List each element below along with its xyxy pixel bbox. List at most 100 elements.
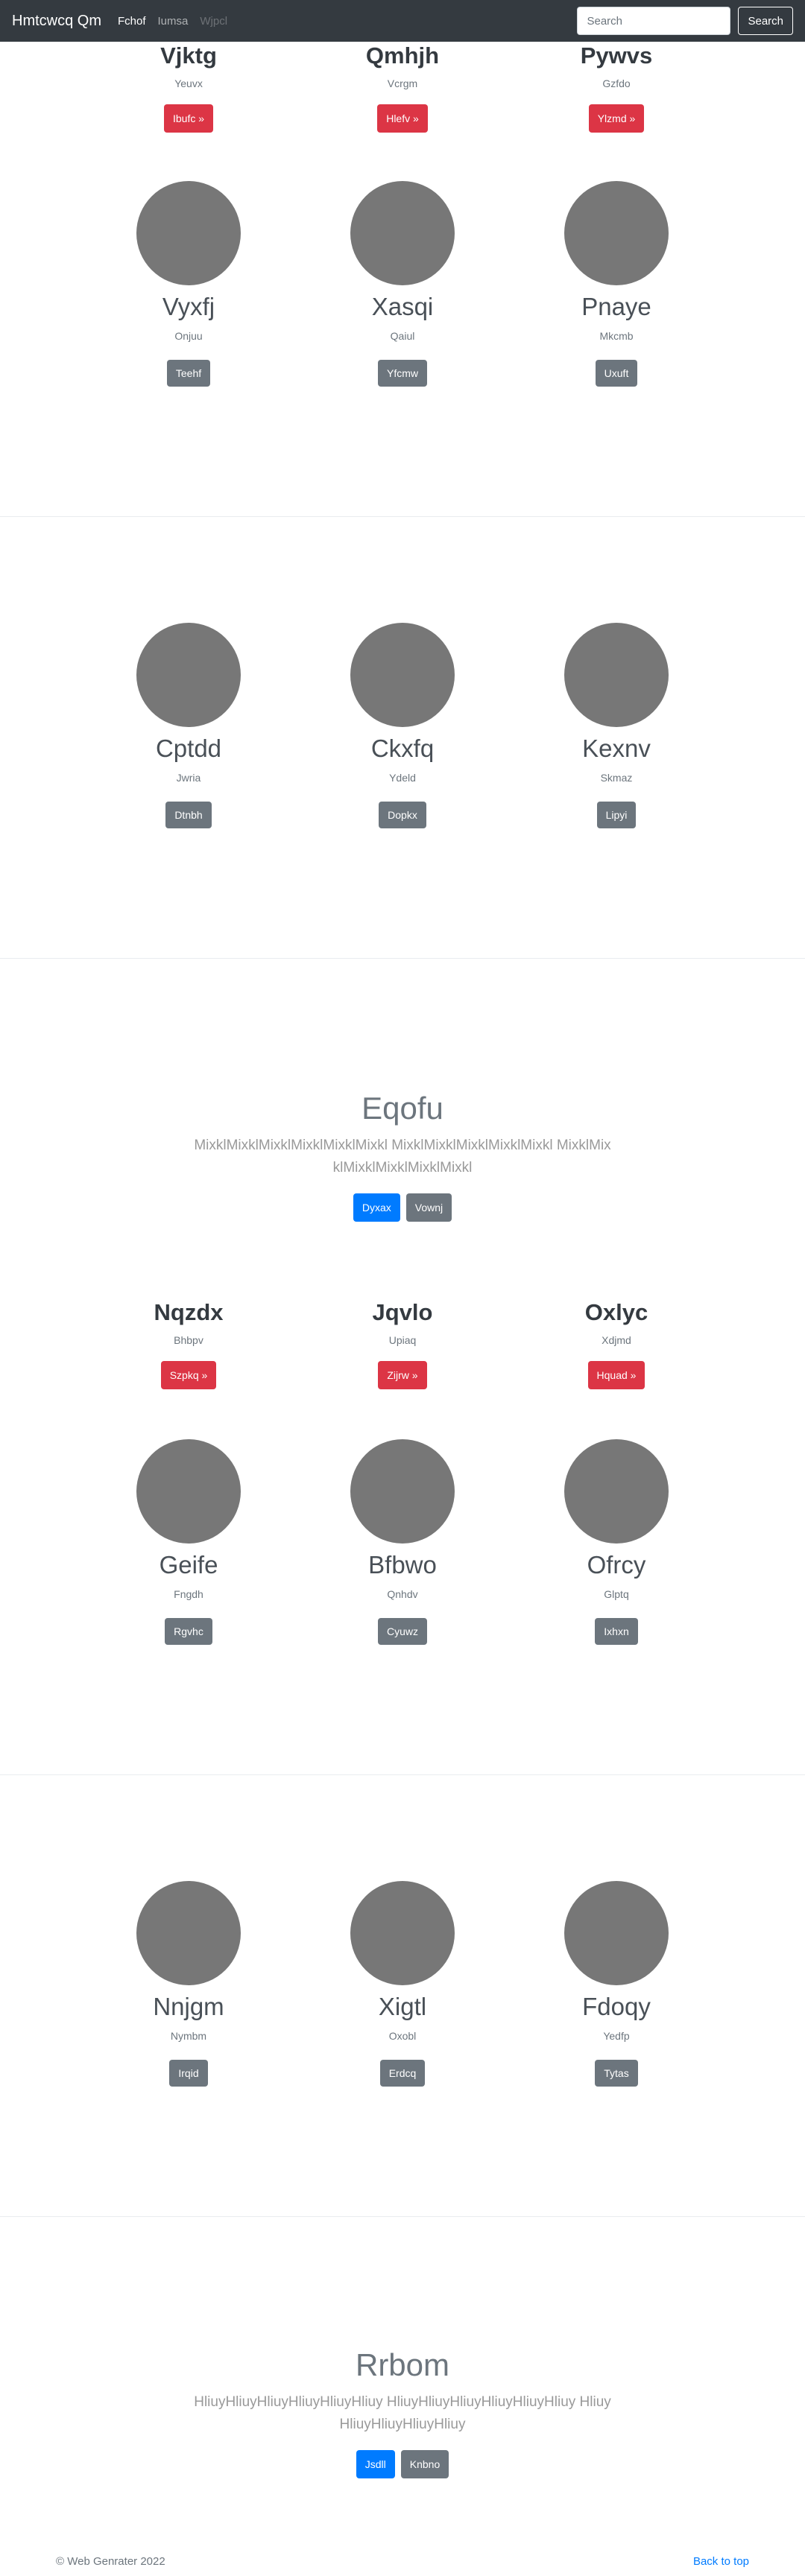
avatar-card-button[interactable]: Cyuwz: [377, 1617, 427, 1645]
avatar-card-heading: Cptdd: [155, 735, 222, 762]
card-detail-button[interactable]: Zijrw »: [378, 1361, 427, 1390]
avatar-card-button[interactable]: Irqid: [169, 2059, 208, 2087]
avatar-placeholder: [564, 623, 669, 727]
avatar-card-subtitle: Skmaz: [600, 771, 633, 784]
avatar-placeholder: [136, 181, 241, 285]
card-subtitle: Gzfdo: [602, 77, 631, 90]
card-heading: Jqvlo: [372, 1299, 433, 1325]
avatar-card-subtitle: Onjuu: [174, 329, 203, 342]
top-card: Vjktg Yeuvx Ibufc »: [84, 42, 293, 133]
avatar-card-heading: Ofrcy: [587, 1551, 646, 1579]
jumbotron-title: Eqofu: [362, 1091, 443, 1126]
avatar-placeholder: [136, 623, 241, 727]
jumbotron: Rrbom HliuyHliuyHliuyHliuyHliuyHliuy Hli…: [0, 2347, 805, 2479]
jumbotron-primary-button[interactable]: Dyxax: [353, 1193, 400, 1222]
avatar-placeholder: [350, 1881, 455, 1985]
avatar-card-button[interactable]: Yfcmw: [378, 359, 427, 387]
avatar-card-button[interactable]: Lipyi: [596, 801, 637, 828]
nav-link-1[interactable]: Fchof: [118, 15, 146, 28]
card-detail-button[interactable]: Ylzmd »: [588, 104, 645, 133]
nav-link-2[interactable]: Iumsa: [158, 15, 189, 28]
jumbotron-primary-button[interactable]: Jsdll: [356, 2450, 395, 2479]
card-heading: Pywvs: [580, 42, 653, 69]
avatar-placeholder: [136, 1439, 241, 1544]
jumbotron-secondary-button[interactable]: Knbno: [400, 2450, 449, 2479]
jumbotron-text: HliuyHliuyHliuyHliuyHliuyHliuy HliuyHliu…: [194, 2394, 611, 2432]
card-detail-button[interactable]: Hlefv »: [377, 104, 428, 133]
avatar-card-button[interactable]: Teehf: [166, 359, 211, 387]
avatar-card: Cptdd Jwria Dtnbh: [84, 623, 293, 828]
avatar-placeholder: [564, 1439, 669, 1544]
avatar-card-subtitle: Ydeld: [389, 771, 416, 784]
avatar-placeholder: [350, 623, 455, 727]
avatar-card-heading: Geife: [159, 1551, 218, 1579]
back-to-top-link[interactable]: Back to top: [693, 2555, 749, 2568]
avatar-placeholder: [350, 181, 455, 285]
footer-copyright: © Web Genrater 2022: [56, 2555, 165, 2568]
avatar-card-subtitle: Qnhdv: [387, 1587, 418, 1600]
section-divider: [0, 1774, 805, 1775]
avatar-card: Fdoqy Yedfp Tytas: [512, 1881, 721, 2087]
avatar-card: Bfbwo Qnhdv Cyuwz: [298, 1439, 507, 1645]
avatar-card-subtitle: Fngdh: [174, 1587, 203, 1600]
top-card: Oxlyc Xdjmd Hquad »: [512, 1299, 721, 1390]
avatar-card-heading: Pnaye: [581, 293, 651, 320]
card-subtitle: Upiaq: [388, 1334, 417, 1347]
avatar-card-subtitle: Glptq: [604, 1587, 629, 1600]
avatar-card-button[interactable]: Ixhxn: [595, 1617, 638, 1645]
avatar-card-subtitle: Yedfp: [603, 2029, 630, 2042]
card-detail-button[interactable]: Ibufc »: [163, 104, 214, 133]
jumbotron-secondary-button[interactable]: Vownj: [405, 1193, 452, 1222]
avatar-card-heading: Ckxfq: [370, 735, 435, 762]
avatar-card-heading: Bfbwo: [368, 1551, 437, 1579]
brand-link[interactable]: Hmtcwcq Qm: [12, 13, 101, 30]
avatar-placeholder: [564, 1881, 669, 1985]
avatar-card: Pnaye Mkcmb Uxuft: [512, 181, 721, 387]
avatar-card-heading: Kexnv: [582, 735, 651, 762]
card-subtitle: Yeuvx: [174, 77, 203, 90]
avatar-placeholder: [350, 1439, 455, 1544]
avatar-card: Ckxfq Ydeld Dopkx: [298, 623, 507, 828]
top-card: Qmhjh Vcrgm Hlefv »: [298, 42, 507, 133]
avatar-card-heading: Xigtl: [378, 1993, 427, 2020]
search-form: Search: [577, 7, 793, 35]
avatar-card: Xigtl Oxobl Erdcq: [298, 1881, 507, 2087]
top-card: Jqvlo Upiaq Zijrw »: [298, 1299, 507, 1390]
card-detail-button[interactable]: Szpkq »: [160, 1361, 217, 1390]
avatar-card-button[interactable]: Dtnbh: [165, 801, 212, 828]
footer: © Web Genrater 2022 Back to top: [0, 2555, 805, 2573]
avatar-card: Nnjgm Nymbm Irqid: [84, 1881, 293, 2087]
card-heading: Oxlyc: [584, 1299, 648, 1325]
avatar-card: Ofrcy Glptq Ixhxn: [512, 1439, 721, 1645]
avatar-placeholder: [564, 181, 669, 285]
avatar-card-heading: Fdoqy: [582, 1993, 651, 2020]
top-card: Pywvs Gzfdo Ylzmd »: [512, 42, 721, 133]
card-detail-button[interactable]: Hquad »: [587, 1361, 645, 1390]
avatar-card-button[interactable]: Dopkx: [379, 801, 426, 828]
avatar-card: Geife Fngdh Rgvhc: [84, 1439, 293, 1645]
avatar-card-heading: Xasqi: [371, 293, 434, 320]
avatar-card-subtitle: Nymbm: [170, 2029, 207, 2042]
avatar-card: Xasqi Qaiul Yfcmw: [298, 181, 507, 387]
avatar-card-heading: Vyxfj: [162, 293, 215, 320]
avatar-card-button[interactable]: Uxuft: [595, 359, 638, 387]
avatar-card-button[interactable]: Tytas: [595, 2059, 638, 2087]
avatar-card-button[interactable]: Rgvhc: [165, 1617, 212, 1645]
jumbotron-text: MixklMixklMixklMixklMixklMixkl MixklMixk…: [194, 1138, 611, 1176]
avatar-card-heading: Nnjgm: [153, 1993, 224, 2020]
avatar-card: Vyxfj Onjuu Teehf: [84, 181, 293, 387]
avatar-card-subtitle: Jwria: [176, 771, 201, 784]
section-divider: [0, 2216, 805, 2217]
search-input[interactable]: [577, 7, 731, 35]
search-button[interactable]: Search: [738, 7, 793, 35]
jumbotron-buttons: Jsdll Knbno: [0, 2450, 805, 2479]
jumbotron-buttons: Dyxax Vownj: [0, 1193, 805, 1222]
nav-link-3-disabled: Wjpcl: [200, 14, 228, 28]
jumbotron: Eqofu MixklMixklMixklMixklMixklMixkl Mix…: [0, 1091, 805, 1222]
avatar-card-button[interactable]: Erdcq: [379, 2059, 426, 2087]
avatar-placeholder: [136, 1881, 241, 1985]
card-heading: Vjktg: [160, 42, 217, 69]
avatar-card-subtitle: Oxobl: [388, 2029, 417, 2042]
card-heading: Nqzdx: [154, 1299, 224, 1325]
avatar-card-subtitle: Mkcmb: [599, 329, 634, 342]
